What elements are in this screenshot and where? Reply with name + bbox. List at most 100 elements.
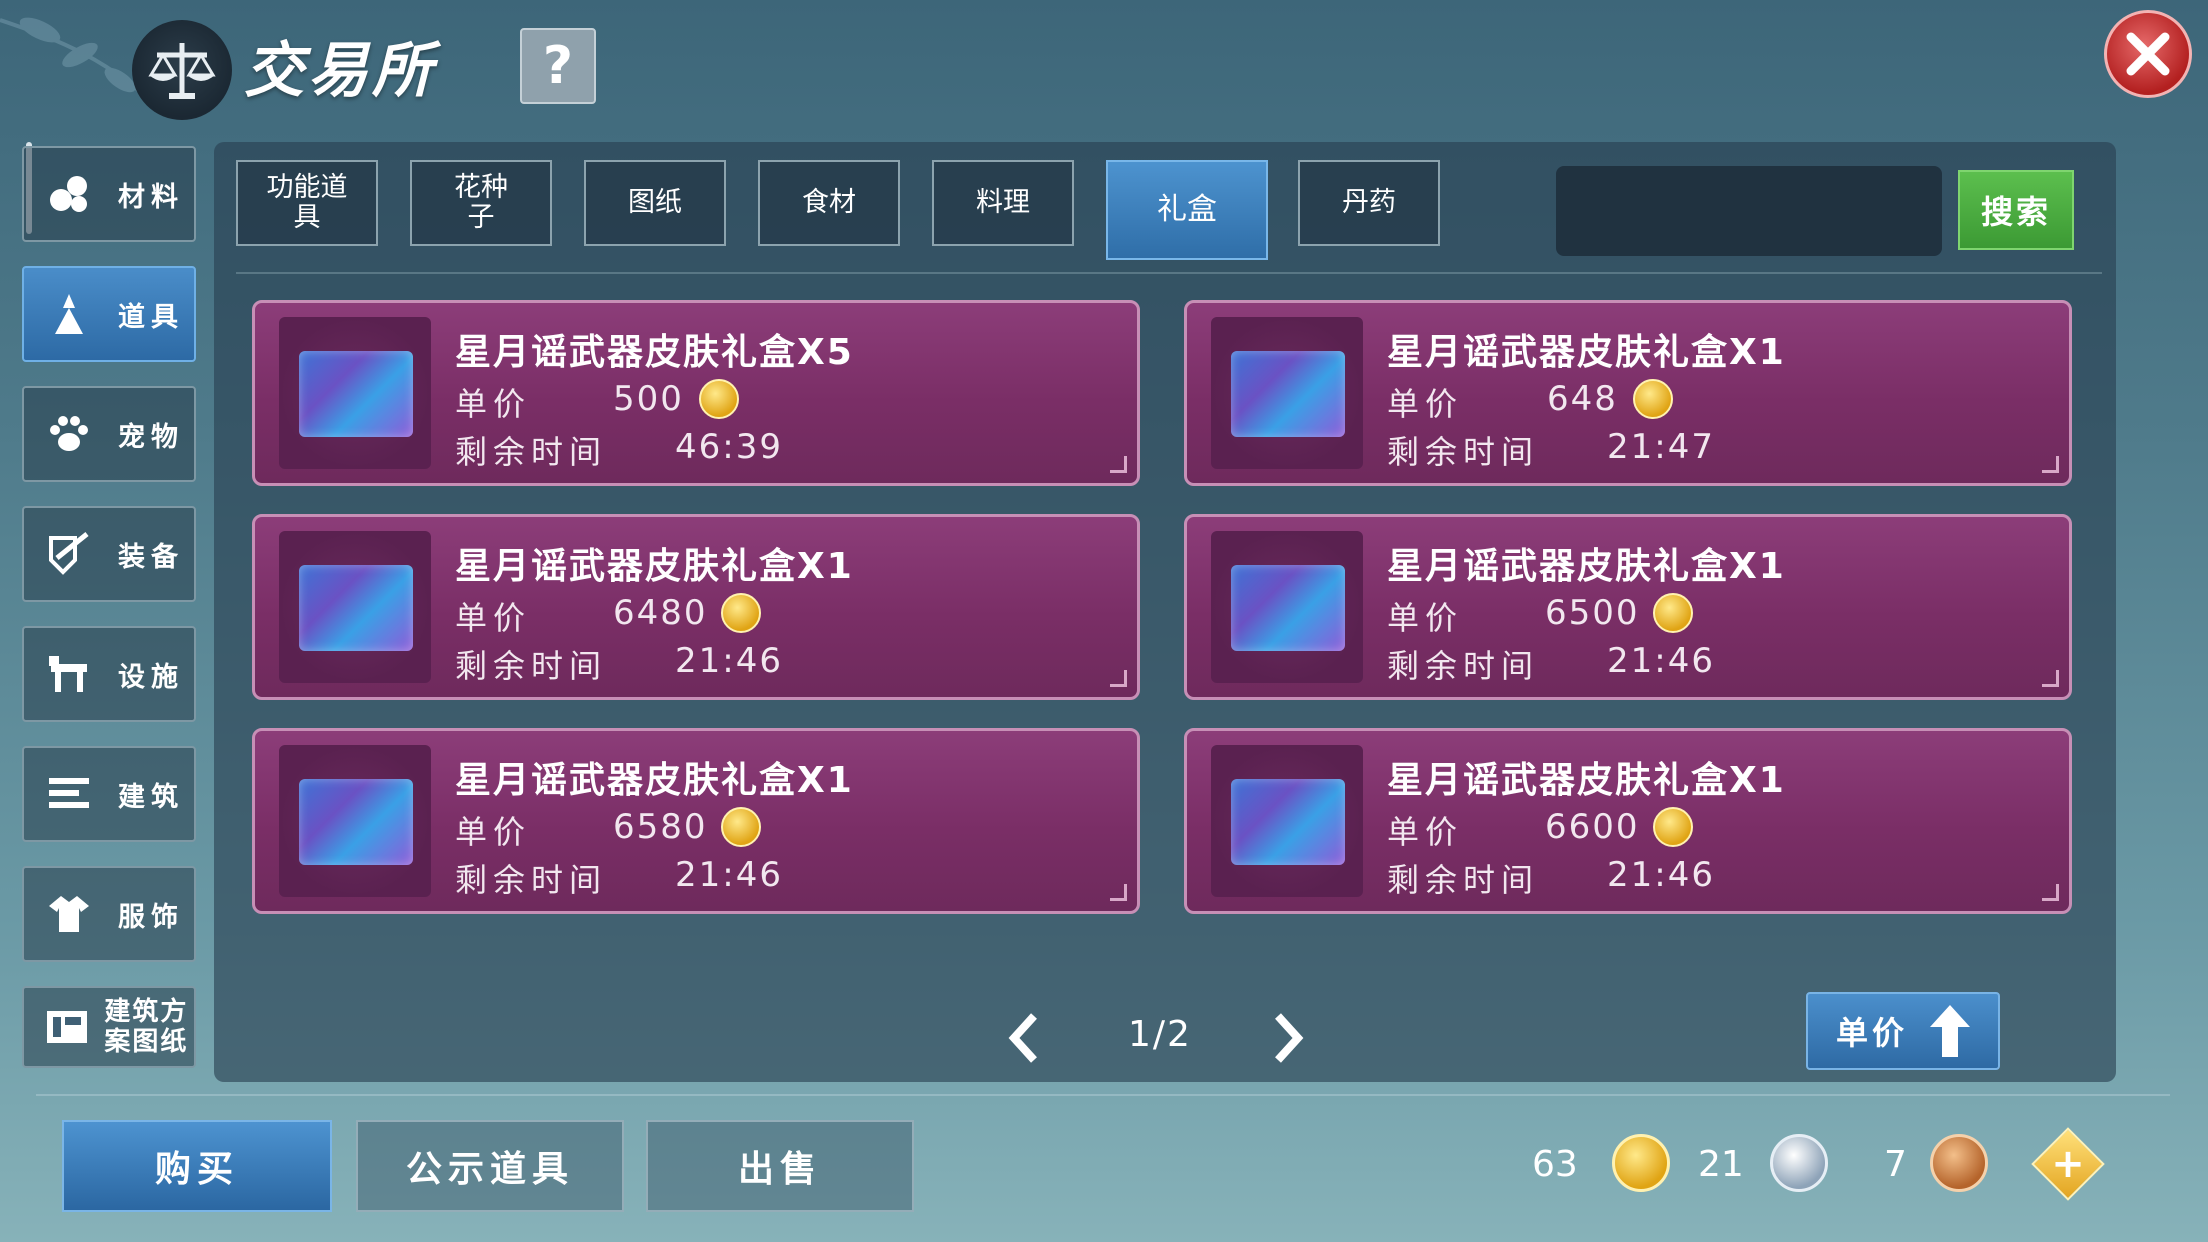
sidebar-item-label: 设施 [118,661,184,693]
gold-coin-icon [721,593,761,633]
tab-flower-seeds[interactable]: 花种子 [410,160,552,246]
gold-amount: 63 [1532,1144,1578,1185]
gold-coin-icon [1653,593,1693,633]
item-price: 500 [613,379,684,419]
tab-label: 食材 [802,187,856,218]
remaining-time-label: 剩余时间 [1387,647,1540,685]
corner-mark-icon [2042,456,2059,473]
tab-label: 图纸 [628,187,682,218]
divider [236,272,2102,274]
tab-ingredients[interactable]: 食材 [758,160,900,246]
tab-blueprints[interactable]: 图纸 [584,160,726,246]
sidebar-item-facility[interactable]: 设施 [22,626,196,722]
add-currency-button[interactable]: + [2031,1127,2105,1201]
search-button[interactable]: 搜索 [1958,170,2074,250]
tab-elixir[interactable]: 丹药 [1298,160,1440,246]
item-name: 星月谣武器皮肤礼盒X1 [1387,760,1786,801]
gift-box-icon [299,779,413,865]
sidebar-item-clothing[interactable]: 服饰 [22,866,196,962]
tab-label: 料理 [976,187,1030,218]
item-price: 6500 [1545,593,1640,633]
search-input[interactable] [1556,166,1942,256]
unit-price-label: 单价 [1387,385,1464,423]
facility-icon [42,647,96,701]
page-indicator: 1/2 [1128,1014,1192,1055]
gift-box-icon [1231,779,1345,865]
unit-price-label: 单价 [455,813,532,851]
sidebar-item-blueprint[interactable]: 建筑方案图纸 [22,986,196,1068]
sidebar-item-equipment[interactable]: 装备 [22,506,196,602]
sidebar-item-label: 材料 [118,181,184,213]
buy-button[interactable]: 购买 [62,1120,332,1212]
silver-amount: 21 [1698,1144,1744,1185]
copper-coin-icon [1930,1134,1988,1192]
next-page-button[interactable] [1268,1008,1308,1082]
sidebar-item-materials[interactable]: 材料 [22,146,196,242]
remaining-time: 21:46 [675,641,783,681]
showcase-items-button[interactable]: 公示道具 [356,1120,624,1212]
tab-cuisine[interactable]: 料理 [932,160,1074,246]
gold-coin-icon [721,807,761,847]
sell-button[interactable]: 出售 [646,1120,914,1212]
prev-page-button[interactable] [1004,1008,1044,1082]
remaining-time: 21:46 [675,855,783,895]
tab-label: 丹药 [1342,187,1396,218]
sidebar-item-label: 装备 [118,541,184,573]
page-title: 交易所 [244,36,436,106]
remaining-time-label: 剩余时间 [1387,433,1540,471]
item-name: 星月谣武器皮肤礼盒X1 [1387,546,1786,587]
item-price: 648 [1547,379,1618,419]
sort-up-arrow-icon [1930,1005,1971,1057]
equipment-icon [42,527,96,581]
listing-card[interactable]: 星月谣武器皮肤礼盒X1 单价 6580 剩余时间 21:46 [252,728,1140,914]
close-button[interactable] [2104,10,2192,98]
corner-mark-icon [2042,884,2059,901]
item-name: 星月谣武器皮肤礼盒X1 [455,546,854,587]
listing-card[interactable]: 星月谣武器皮肤礼盒X1 单价 6600 剩余时间 21:46 [1184,728,2072,914]
unit-price-label: 单价 [1387,599,1464,637]
tab-gift-box[interactable]: 礼盒 [1106,160,1268,260]
remaining-time-label: 剩余时间 [455,433,608,471]
gold-coin-icon [1633,379,1673,419]
listing-card[interactable]: 星月谣武器皮肤礼盒X5 单价 500 剩余时间 46:39 [252,300,1140,486]
remaining-time: 21:46 [1607,641,1715,681]
item-price: 6480 [613,593,708,633]
unit-price-label: 单价 [455,385,532,423]
gold-coin-icon [699,379,739,419]
sidebar-item-label: 服饰 [118,901,184,933]
unit-price-label: 单价 [455,599,532,637]
sidebar-item-label: 建筑方案图纸 [104,997,189,1057]
remaining-time: 21:47 [1607,427,1715,467]
sidebar-item-label: 宠物 [118,421,184,453]
building-icon [42,767,96,821]
item-name: 星月谣武器皮肤礼盒X5 [455,332,854,373]
sidebar-item-label: 道具 [118,301,184,333]
corner-mark-icon [1110,456,1127,473]
listing-card[interactable]: 星月谣武器皮肤礼盒X1 单价 6480 剩余时间 21:46 [252,514,1140,700]
item-price: 6580 [613,807,708,847]
corner-mark-icon [1110,670,1127,687]
sidebar-item-items[interactable]: 道具 [22,266,196,362]
bottom-divider [36,1094,2170,1096]
item-name: 星月谣武器皮肤礼盒X1 [455,760,854,801]
listing-card[interactable]: 星月谣武器皮肤礼盒X1 单价 6500 剩余时间 21:46 [1184,514,2072,700]
tab-label: 功能道具 [266,172,348,233]
chevron-left-icon [1008,1013,1037,1063]
listing-card[interactable]: 星月谣武器皮肤礼盒X1 单价 648 剩余时间 21:47 [1184,300,2072,486]
blueprint-icon [42,1000,92,1054]
gift-box-icon [299,351,413,437]
materials-icon [42,167,96,221]
sidebar-item-building[interactable]: 建筑 [22,746,196,842]
balance-scale-icon [132,20,232,120]
remaining-time: 46:39 [675,427,783,467]
tab-label: 礼盒 [1157,192,1217,227]
corner-mark-icon [1110,884,1127,901]
tab-function-items[interactable]: 功能道具 [236,160,378,246]
help-button[interactable]: ? [520,28,596,104]
sidebar-item-pets[interactable]: 宠物 [22,386,196,482]
remaining-time-label: 剩余时间 [1387,861,1540,899]
sidebar-item-label: 建筑 [118,781,184,813]
sort-by-price-button[interactable]: 单价 [1806,992,2000,1070]
chevron-right-icon [1275,1013,1304,1063]
gold-coin-icon [1653,807,1693,847]
